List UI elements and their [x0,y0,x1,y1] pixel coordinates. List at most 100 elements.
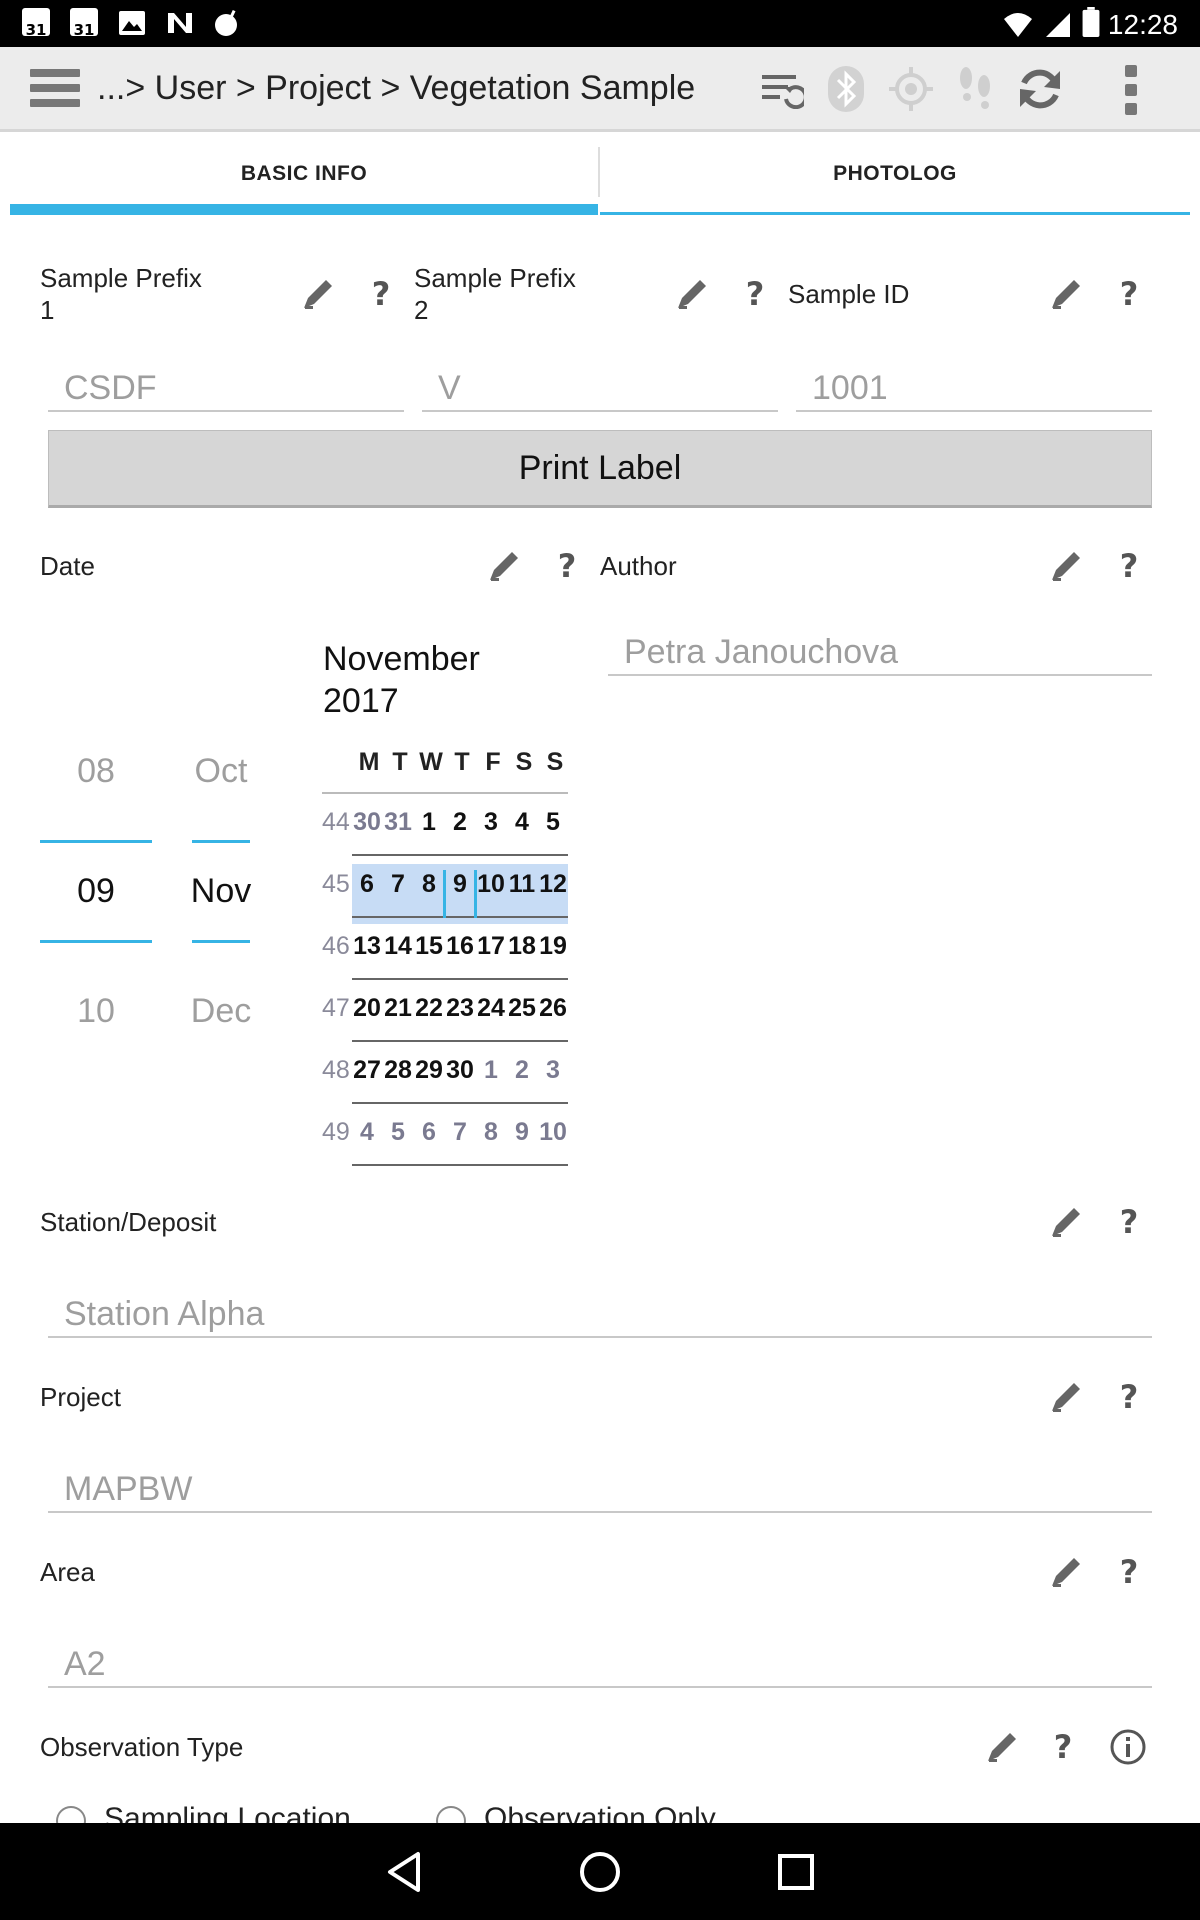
calendar-day[interactable]: 23 [443,994,477,1023]
pencil-icon[interactable] [1048,548,1084,584]
pencil-icon[interactable] [486,548,522,584]
help-icon[interactable]: ? [1114,1552,1144,1592]
project-field[interactable]: MAPBW [48,1469,1152,1513]
pencil-icon[interactable] [300,276,336,312]
calendar-day[interactable]: 9 [505,1118,539,1147]
calendar-day[interactable]: 10 [474,870,508,899]
calendar-day[interactable]: 31 [381,808,415,837]
month-prev[interactable]: Oct [180,752,262,791]
help-icon[interactable]: ? [1114,1202,1144,1242]
calendar-day[interactable]: 6 [350,870,384,899]
tab-photolog[interactable]: PHOTOLOG [600,133,1190,215]
pencil-icon[interactable] [984,1729,1020,1765]
calendar-day[interactable]: 1 [474,1056,508,1085]
station-field[interactable]: Station Alpha [48,1294,1152,1338]
calendar-day[interactable]: 26 [536,994,570,1023]
bluetooth-icon[interactable] [820,63,872,115]
calendar-day[interactable]: 7 [443,1118,477,1147]
month-next[interactable]: Dec [180,992,262,1031]
station-label: Station/Deposit [40,1207,217,1237]
sample-prefix-2-field[interactable]: V [422,368,778,412]
calendar-day[interactable]: 7 [381,870,415,899]
help-icon[interactable]: ? [1114,1377,1144,1417]
calendar-day[interactable]: 22 [412,994,446,1023]
calendar-notification-icon: 31 [70,8,98,39]
recents-button[interactable] [746,1823,846,1920]
calendar-day[interactable]: 29 [412,1056,446,1085]
calendar-day[interactable]: 8 [412,870,446,899]
home-button[interactable] [550,1823,650,1920]
pencil-icon[interactable] [1048,276,1084,312]
pencil-icon[interactable] [1048,1379,1084,1415]
month-selected[interactable]: Nov [180,872,262,911]
calendar-day[interactable]: 17 [474,932,508,961]
author-field[interactable]: Petra Janouchova [608,632,1152,676]
day-next[interactable]: 10 [40,992,152,1031]
menu-icon[interactable] [30,69,80,109]
footsteps-icon[interactable] [950,63,1002,115]
navigation-bar [0,1823,1200,1920]
calendar-day[interactable]: 5 [536,808,570,837]
calendar-day[interactable]: 9 [443,870,477,899]
help-icon[interactable]: ? [1048,1727,1078,1767]
calendar-day[interactable]: 5 [381,1118,415,1147]
calendar-year: 2017 [323,682,399,720]
pencil-icon[interactable] [1048,1554,1084,1590]
back-button[interactable] [354,1823,454,1920]
calendar-day[interactable]: 30 [350,808,384,837]
help-icon[interactable]: ? [366,274,396,314]
calendar-day[interactable]: 24 [474,994,508,1023]
calendar-day[interactable]: 6 [412,1118,446,1147]
calendar-day[interactable]: 28 [381,1056,415,1085]
calendar-day[interactable]: 4 [505,808,539,837]
area-field[interactable]: A2 [48,1644,1152,1688]
help-icon[interactable]: ? [1114,274,1144,314]
info-icon[interactable] [1108,1727,1148,1767]
month-divider-top [192,840,250,843]
calendar-day[interactable]: 15 [412,932,446,961]
calendar-day[interactable]: 10 [536,1118,570,1147]
calendar-day[interactable]: 8 [474,1118,508,1147]
calendar-day[interactable]: 14 [381,932,415,961]
calendar-day[interactable]: 20 [350,994,384,1023]
calendar-day[interactable]: 2 [505,1056,539,1085]
sample-prefix-1-label-line2: 1 [40,295,55,325]
weekday-header: T [454,748,470,776]
calendar-day[interactable]: 2 [443,808,477,837]
tab-basic-info[interactable]: BASIC INFO [10,133,598,215]
sample-prefix-1-label: Sample Prefix 1 [40,262,202,326]
day-divider-bottom [40,940,152,943]
calendar-day[interactable]: 16 [443,932,477,961]
calendar-day[interactable]: 11 [505,870,539,899]
help-icon[interactable]: ? [1114,546,1144,586]
calendar-day[interactable]: 18 [505,932,539,961]
calendar-day[interactable]: 25 [505,994,539,1023]
print-label-button[interactable]: Print Label [48,430,1152,508]
sample-prefix-1-field[interactable]: CSDF [48,368,404,412]
calendar-day[interactable]: 19 [536,932,570,961]
gps-icon[interactable] [885,63,937,115]
calendar-day[interactable]: 21 [381,994,415,1023]
help-icon[interactable]: ? [552,546,582,586]
calendar-day[interactable]: 13 [350,932,384,961]
week-number: 48 [322,1056,350,1084]
overflow-menu-icon[interactable] [1125,65,1141,117]
calendar-day[interactable]: 3 [536,1056,570,1085]
refresh-icon[interactable] [1014,63,1066,115]
calendar-day[interactable]: 12 [536,870,570,899]
weekday-header: W [419,748,443,776]
calendar-day[interactable]: 4 [350,1118,384,1147]
calendar-day[interactable]: 1 [412,808,446,837]
sync-settings-icon[interactable] [756,63,808,115]
calendar-day[interactable]: 3 [474,808,508,837]
pencil-icon[interactable] [674,276,710,312]
day-prev[interactable]: 08 [40,752,152,791]
day-selected[interactable]: 09 [40,872,152,911]
breadcrumb[interactable]: ...> User > Project > Vegetation Sample [97,69,695,108]
calendar-day[interactable]: 27 [350,1056,384,1085]
pencil-icon[interactable] [1048,1204,1084,1240]
help-icon[interactable]: ? [740,274,770,314]
calendar-day[interactable]: 30 [443,1056,477,1085]
sample-id-field[interactable]: 1001 [796,368,1152,412]
author-label: Author [600,551,677,581]
